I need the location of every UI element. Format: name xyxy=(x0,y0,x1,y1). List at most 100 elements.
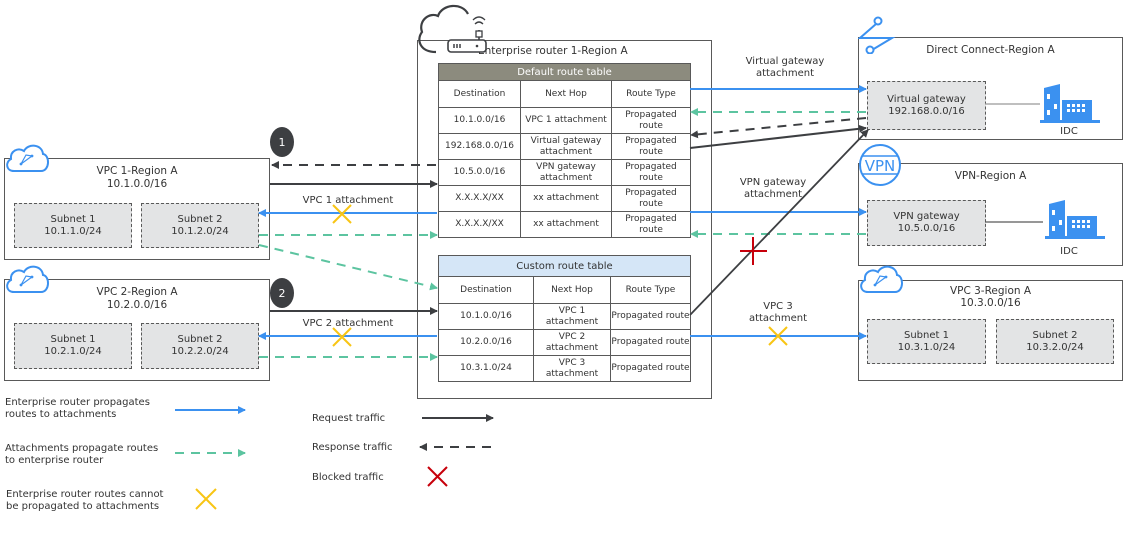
request-arrow xyxy=(689,124,867,149)
vpc1-cidr: 10.1.0.0/16 xyxy=(106,178,168,190)
vpc3-cloud-icon xyxy=(860,265,903,293)
direct-connect-name: Direct Connect-Region A xyxy=(926,44,1055,56)
subnet-cidr: 10.3.1.0/24 xyxy=(897,341,956,353)
vpc1-attachment-label: VPC 1 attachment xyxy=(302,195,394,206)
next-hop-cell: VPN gateway attachment xyxy=(520,159,612,186)
table-row: X.X.X.X/XX xx attachment Propagated rout… xyxy=(438,211,692,238)
default-route-table-title: Default route table xyxy=(437,63,692,81)
default-route-table: Default route table Destination Next Hop… xyxy=(437,63,692,238)
response-arrow xyxy=(690,117,867,139)
vpc2-cidr: 10.2.0.0/16 xyxy=(106,299,168,311)
subnet-cidr: 10.3.2.0/24 xyxy=(1026,341,1084,353)
virtual-gateway-cidr: 192.168.0.0/16 xyxy=(888,105,965,117)
route-type-cell: Propagated route xyxy=(609,303,692,330)
vpc3-subnet-1: Subnet 1 10.3.1.0/24 xyxy=(867,319,986,364)
vpn-gateway-attachment-label-line2: attachment xyxy=(743,189,803,200)
idc-building-icon xyxy=(1045,200,1105,239)
vpc3-attachment-label-line1: VPC 3 xyxy=(763,301,793,312)
subnet-name: Subnet 1 xyxy=(50,334,96,345)
next-hop-cell: VPC 1 attachment xyxy=(520,107,612,134)
step-badge-1: 1 xyxy=(270,127,294,157)
vpc1-cloud-icon xyxy=(6,144,49,172)
legend-request-traffic: Request traffic xyxy=(312,413,386,424)
direct-connect-icon xyxy=(858,16,896,54)
destination-cell: 10.5.0.0/16 xyxy=(438,159,521,186)
vpn-gateway-attachment-label-line1: VPN gateway xyxy=(739,177,807,188)
subnet-name: Subnet 1 xyxy=(904,329,949,341)
table-row: 10.2.0.0/16 VPC 2 attachment Propagated … xyxy=(438,329,692,356)
virtual-gateway: Virtual gateway 192.168.0.0/16 xyxy=(867,81,986,130)
column-header-destination: Destination xyxy=(438,80,521,108)
subnet-name: Subnet 2 xyxy=(177,213,223,225)
subnet-cidr: 10.1.1.0/24 xyxy=(44,225,102,237)
next-hop-cell: VPC 1 attachment xyxy=(533,303,611,330)
route-type-cell: Propagated route xyxy=(610,211,692,238)
legend-cannot-propagate-icon xyxy=(195,488,217,510)
next-hop-cell: VPC 3 attachment xyxy=(533,355,611,382)
legend-propagate-to-router-line1: Attachments propagate routes xyxy=(5,443,159,454)
vpn-gateway: VPN gateway 10.5.0.0/16 xyxy=(867,200,986,246)
column-header-route-type: Route Type xyxy=(609,276,692,304)
subnet-cidr: 10.2.1.0/24 xyxy=(44,346,102,357)
legend-blocked-icon xyxy=(427,466,448,487)
destination-cell: 10.1.0.0/16 xyxy=(438,107,521,134)
blocked-request-arrow xyxy=(689,129,869,316)
subnet-name: Subnet 2 xyxy=(1032,329,1078,341)
route-type-cell: Propagated route xyxy=(610,107,692,134)
next-hop-cell: xx attachment xyxy=(520,211,612,238)
step-badge-2: 2 xyxy=(270,278,294,308)
subnet-name: Subnet 1 xyxy=(50,213,96,225)
route-type-cell: Propagated route xyxy=(610,159,692,186)
custom-route-table: Custom route table Destination Next Hop … xyxy=(437,255,692,382)
vpc2-cloud-icon xyxy=(6,265,49,293)
custom-route-table-title: Custom route table xyxy=(437,255,692,277)
cannot-propagate-x-icon xyxy=(768,326,788,346)
route-type-cell: Propagated route xyxy=(610,133,692,160)
vpc1-subnet-1: Subnet 1 10.1.1.0/24 xyxy=(14,203,132,248)
vpc3-subnet-2: Subnet 2 10.3.2.0/24 xyxy=(996,319,1114,364)
route-type-cell: Propagated route xyxy=(610,185,692,212)
column-header-route-type: Route Type xyxy=(610,80,692,108)
legend-response-traffic: Response traffic xyxy=(312,442,393,453)
subnet-cidr: 10.2.2.0/24 xyxy=(171,346,229,357)
destination-cell: 10.1.0.0/16 xyxy=(438,303,534,330)
column-header-next-hop: Next Hop xyxy=(533,276,611,304)
route-type-cell: Propagated route xyxy=(609,355,692,382)
legend-propagate-to-attachments-line1: Enterprise router propagates xyxy=(5,397,150,408)
cannot-propagate-x-icon xyxy=(332,204,352,224)
enterprise-router-title: Enterprise router 1-Region A xyxy=(478,45,628,57)
next-hop-cell: Virtual gateway attachment xyxy=(520,133,612,160)
virtual-gateway-attachment-label-line1: Virtual gateway xyxy=(745,56,825,67)
table-row: 10.1.0.0/16 VPC 1 attachment Propagated … xyxy=(438,107,692,134)
legend-blocked-traffic: Blocked traffic xyxy=(312,472,384,483)
table-row: 10.5.0.0/16 VPN gateway attachment Propa… xyxy=(438,159,692,186)
legend-propagate-to-attachments-line2: routes to attachments xyxy=(5,409,117,420)
subnet-cidr: 10.1.2.0/24 xyxy=(171,225,229,237)
vpc2-attachment-label: VPC 2 attachment xyxy=(302,318,394,329)
route-type-cell: Propagated route xyxy=(609,329,692,356)
router-cloud-icon xyxy=(418,4,487,54)
vpn-gateway-cidr: 10.5.0.0/16 xyxy=(897,223,956,234)
vpn-icon-text: VPN xyxy=(865,157,896,175)
idc-label: IDC xyxy=(1060,126,1078,137)
table-row: 10.3.1.0/24 VPC 3 attachment Propagated … xyxy=(438,355,692,382)
destination-cell: X.X.X.X/XX xyxy=(438,211,521,238)
vpc3-box: VPC 3-Region A 10.3.0.0/16 Subnet 1 10.3… xyxy=(858,280,1123,381)
virtual-gateway-name: Virtual gateway xyxy=(887,93,966,105)
virtual-gateway-attachment-label-line2: attachment xyxy=(755,68,815,79)
idc-building-icon xyxy=(1040,84,1100,123)
blocked-traffic-icon xyxy=(740,237,767,265)
table-row: X.X.X.X/XX xx attachment Propagated rout… xyxy=(438,185,692,212)
vpc3-attachment-label-line2: attachment xyxy=(748,313,808,324)
vpc3-cidr: 10.3.0.0/16 xyxy=(960,297,1021,309)
next-hop-cell: xx attachment xyxy=(520,185,612,212)
table-row: 10.1.0.0/16 VPC 1 attachment Propagated … xyxy=(438,303,692,330)
destination-cell: 10.3.1.0/24 xyxy=(438,355,534,382)
vpc1-subnet-2: Subnet 2 10.1.2.0/24 xyxy=(141,203,259,248)
destination-cell: 192.168.0.0/16 xyxy=(438,133,521,160)
idc-label: IDC xyxy=(1060,246,1078,257)
next-hop-cell: VPC 2 attachment xyxy=(533,329,611,356)
subnet-name: Subnet 2 xyxy=(177,334,223,345)
legend-cannot-propagate-line2: be propagated to attachments xyxy=(6,501,160,512)
cannot-propagate-x-icon xyxy=(332,327,352,347)
